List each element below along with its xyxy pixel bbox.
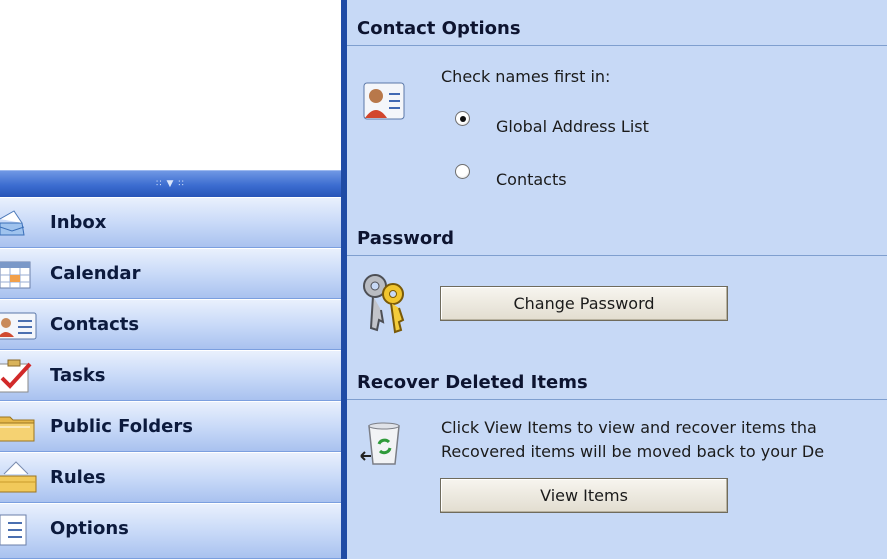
contact-options-header: Contact Options: [347, 0, 887, 46]
keys-icon: [361, 272, 409, 340]
recover-deleted-items-header: Recover Deleted Items: [347, 354, 887, 400]
nav-item-label: Calendar: [50, 263, 141, 284]
recover-description-line-2: Recovered items will be moved back to yo…: [441, 442, 825, 461]
contacts-icon: [0, 307, 40, 343]
nav-item-label: Tasks: [50, 365, 106, 386]
password-header: Password: [347, 210, 887, 256]
nav-item-public-folders[interactable]: Public Folders: [0, 401, 341, 452]
nav-pane-resize-handle[interactable]: ∶∶ ▼ ∶∶: [0, 170, 341, 197]
rules-icon: [0, 460, 40, 496]
options-pane: Contact Options Check names first in: Gl…: [347, 0, 887, 559]
inbox-icon: [0, 205, 40, 241]
radio-label-global-address-list[interactable]: Global Address List: [496, 117, 649, 136]
contact-card-icon: [363, 82, 405, 124]
tasks-icon: [0, 358, 40, 394]
check-names-label: Check names first in:: [441, 67, 611, 86]
nav-handle-glyph: ∶∶ ▼ ∶∶: [155, 179, 185, 189]
recycle-bin-icon: [359, 420, 403, 472]
section-title: Recover Deleted Items: [357, 372, 588, 393]
nav-item-label: Contacts: [50, 314, 140, 335]
radio-label-contacts[interactable]: Contacts: [496, 170, 567, 189]
nav-item-contacts[interactable]: Contacts: [0, 299, 341, 350]
nav-item-label: Options: [50, 518, 129, 539]
nav-item-calendar[interactable]: Calendar: [0, 248, 341, 299]
nav-item-label: Rules: [50, 467, 106, 488]
radio-contacts[interactable]: [455, 164, 470, 179]
navigation-pane: ∶∶ ▼ ∶∶ Inbox Calendar Contacts Tasks Pu…: [0, 0, 341, 559]
recover-description-line-1: Click View Items to view and recover ite…: [441, 418, 817, 437]
section-title: Contact Options: [357, 18, 521, 39]
change-password-button[interactable]: Change Password: [440, 286, 728, 321]
nav-item-label: Public Folders: [50, 416, 193, 437]
nav-item-inbox[interactable]: Inbox: [0, 197, 341, 248]
nav-item-rules[interactable]: Rules: [0, 452, 341, 503]
nav-item-options[interactable]: Options: [0, 503, 341, 559]
options-icon: [0, 511, 40, 547]
radio-global-address-list[interactable]: [455, 111, 470, 126]
section-title: Password: [357, 228, 455, 249]
public-folders-icon: [0, 409, 40, 445]
nav-item-tasks[interactable]: Tasks: [0, 350, 341, 401]
calendar-icon: [0, 256, 40, 292]
view-items-button[interactable]: View Items: [440, 478, 728, 513]
nav-item-label: Inbox: [50, 212, 107, 233]
